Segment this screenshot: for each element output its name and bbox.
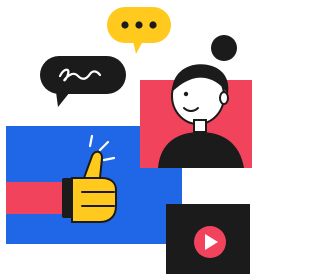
play-button-icon [194, 226, 226, 258]
video-panel [166, 204, 252, 276]
squiggle-chat-bubble-icon [38, 54, 128, 110]
person-panel [140, 34, 254, 170]
social-media-illustration [0, 0, 255, 280]
